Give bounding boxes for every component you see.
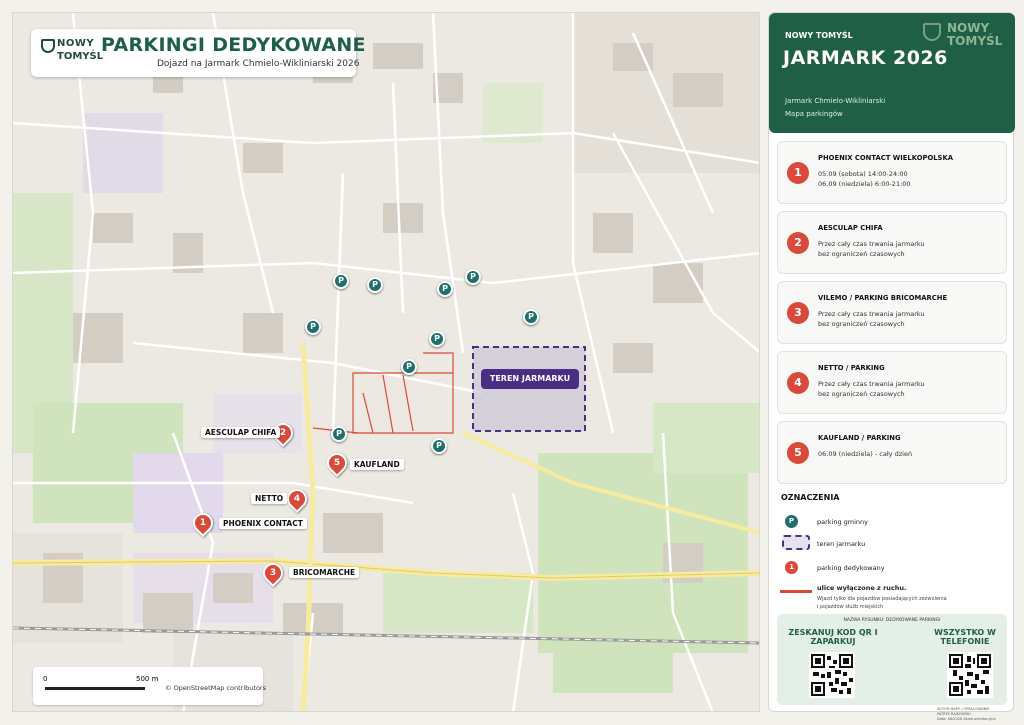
parking-name: KAUFLAND / PARKING xyxy=(818,434,901,442)
dedicated-label-4[interactable]: NETTO xyxy=(251,493,288,504)
panel-footer: AUTOR MAPY / OPRACOWANIE PATRYK RAJKOWSK… xyxy=(937,707,996,722)
qr-caption: NAZWA RYSUNKU: DEDYKOWANE PARKINGI xyxy=(843,618,941,623)
qr-section: NAZWA RYSUNKU: DEDYKOWANE PARKINGI ZESKA… xyxy=(777,614,1007,705)
footer-line: Data: 06/2026 Skala orientacyjna xyxy=(937,717,996,721)
dedicated-pin-number: 4 xyxy=(293,494,301,504)
map-attribution: © OpenStreetMap contributors xyxy=(165,684,266,692)
legend-fair-area-swatch xyxy=(782,535,810,550)
parking-number-badge: 5 xyxy=(787,442,809,464)
parking-pin[interactable]: P xyxy=(431,438,447,454)
legend-municipal-label: parking gminny xyxy=(817,518,869,526)
parking-pin[interactable]: P xyxy=(523,309,539,325)
panel-event-name: Jarmark Chmielo-Wikliniarski xyxy=(785,97,886,105)
parking-number-badge: 3 xyxy=(787,302,809,324)
map-basemap xyxy=(13,13,759,711)
hop-logo-icon xyxy=(923,23,941,41)
legend-dedicated-icon: 1 xyxy=(785,561,798,574)
dedicated-label-1[interactable]: PHOENIX CONTACT xyxy=(219,518,307,529)
parking-card-3[interactable]: 3 VILEMO / PARKING BRICOMARCHE Przez cał… xyxy=(777,281,1007,344)
parking-detail: bez ograniczeń czasowych xyxy=(818,390,905,398)
parking-detail: bez ograniczeń czasowych xyxy=(818,320,905,328)
panel-header: NOWY TOMYŚL JARMARK 2026 NOWY TOMYŚL Jar… xyxy=(769,13,1015,133)
parking-detail: Przez cały czas trwania jarmarku xyxy=(818,310,925,318)
dedicated-label-2[interactable]: AESCULAP CHIFA xyxy=(201,427,281,438)
panel-map-name: Mapa parkingów xyxy=(785,110,843,118)
parking-detail: 05.09 (sobota) 14:00-24:00 xyxy=(818,170,908,178)
parking-number-badge: 4 xyxy=(787,372,809,394)
map-canvas[interactable]: NOWY TOMYŚL PARKINGI DEDYKOWANE Dojazd n… xyxy=(12,12,760,712)
map-title: PARKINGI DEDYKOWANE xyxy=(101,34,366,56)
qr-left-heading: ZESKANUJ KOD QR I ZAPARKUJ xyxy=(788,628,878,646)
panel-town: NOWY TOMYŚL xyxy=(785,31,853,40)
legend-closed-note: Wjazd tylko dla pojazdów posiadających z… xyxy=(817,596,947,602)
legend-closed-streets-label: ulice wyłączone z ruchu. xyxy=(817,584,907,592)
scale-line xyxy=(45,687,145,690)
nowy-tomysl-logo-header: NOWY TOMYŚL xyxy=(923,21,1003,49)
parking-pin[interactable]: P xyxy=(367,277,383,293)
logo-text-top: NOWY xyxy=(947,21,990,35)
parking-number-badge: 2 xyxy=(787,232,809,254)
qr-code-icon xyxy=(949,654,991,696)
info-panel: NOWY TOMYŚL JARMARK 2026 NOWY TOMYŚL Jar… xyxy=(768,12,1015,721)
parking-name: PHOENIX CONTACT WIELKOPOLSKA xyxy=(818,154,953,162)
legend-title: OZNACZENIA xyxy=(781,493,840,502)
scale-zero: 0 xyxy=(43,675,48,683)
parking-detail: bez ograniczeń czasowych xyxy=(818,250,905,258)
parking-pin[interactable]: P xyxy=(305,319,321,335)
dedicated-label-5[interactable]: KAUFLAND xyxy=(350,459,404,470)
dedicated-pin-number: 3 xyxy=(269,568,277,578)
parking-pin[interactable]: P xyxy=(401,359,417,375)
fair-area-label[interactable]: TEREN JARMARKU xyxy=(481,369,579,389)
parking-pin[interactable]: P xyxy=(331,426,347,442)
legend-parking-icon: P xyxy=(785,515,798,528)
parking-pin[interactable]: P xyxy=(437,281,453,297)
parking-pin[interactable]: P xyxy=(429,331,445,347)
parking-card-5[interactable]: 5 KAUFLAND / PARKING 06.09 (niedziela) -… xyxy=(777,421,1007,484)
parking-number-badge: 1 xyxy=(787,162,809,184)
logo-text-top: NOWY xyxy=(57,38,95,49)
hop-logo-icon xyxy=(41,39,55,53)
qr-code-phone[interactable] xyxy=(947,652,993,698)
qr-code-icon xyxy=(811,654,853,696)
parking-detail: Przez cały czas trwania jarmarku xyxy=(818,380,925,388)
scale-max: 500 m xyxy=(136,675,159,683)
parking-name: VILEMO / PARKING BRICOMARCHE xyxy=(818,294,948,302)
dedicated-pin-number: 1 xyxy=(199,518,207,528)
qr-right-heading: WSZYSTKO W TELEFONIE xyxy=(934,628,996,646)
parking-pin[interactable]: P xyxy=(333,273,349,289)
parking-card-2[interactable]: 2 AESCULAP CHIFA Przez cały czas trwania… xyxy=(777,211,1007,274)
legend-closed-note: i pojazdów służb miejskich xyxy=(817,604,884,610)
parking-detail: 06.09 (niedziela) - cały dzień xyxy=(818,450,913,458)
legend-closed-street-line xyxy=(780,590,812,593)
map-title-card: NOWY TOMYŚL PARKINGI DEDYKOWANE Dojazd n… xyxy=(31,29,366,77)
parking-detail: 06.09 (niedziela) 6:00-21:00 xyxy=(818,180,911,188)
legend-fair-area-label: teren jarmarku xyxy=(817,540,866,548)
dedicated-label-3[interactable]: BRICOMARCHE xyxy=(289,567,360,578)
scale-bar: 0 500 m © OpenStreetMap contributors xyxy=(33,667,266,705)
map-subtitle: Dojazd na Jarmark Chmielo-Wikliniarski 2… xyxy=(157,59,360,69)
qr-code-parking[interactable] xyxy=(809,652,855,698)
legend-dedicated-label: parking dedykowany xyxy=(817,564,885,572)
logo-text-bottom: TOMYŚL xyxy=(947,34,1003,48)
dedicated-pin-number: 5 xyxy=(333,458,341,468)
parking-pin[interactable]: P xyxy=(465,269,481,285)
panel-event-title: JARMARK 2026 xyxy=(783,47,948,69)
nowy-tomysl-logo: NOWY TOMYŚL xyxy=(39,35,103,69)
parking-detail: Przez cały czas trwania jarmarku xyxy=(818,240,925,248)
parking-card-1[interactable]: 1 PHOENIX CONTACT WIELKOPOLSKA 05.09 (so… xyxy=(777,141,1007,204)
logo-text-bottom: TOMYŚL xyxy=(57,51,104,62)
parking-name: NETTO / PARKING xyxy=(818,364,885,372)
parking-name: AESCULAP CHIFA xyxy=(818,224,883,232)
parking-card-4[interactable]: 4 NETTO / PARKING Przez cały czas trwani… xyxy=(777,351,1007,414)
